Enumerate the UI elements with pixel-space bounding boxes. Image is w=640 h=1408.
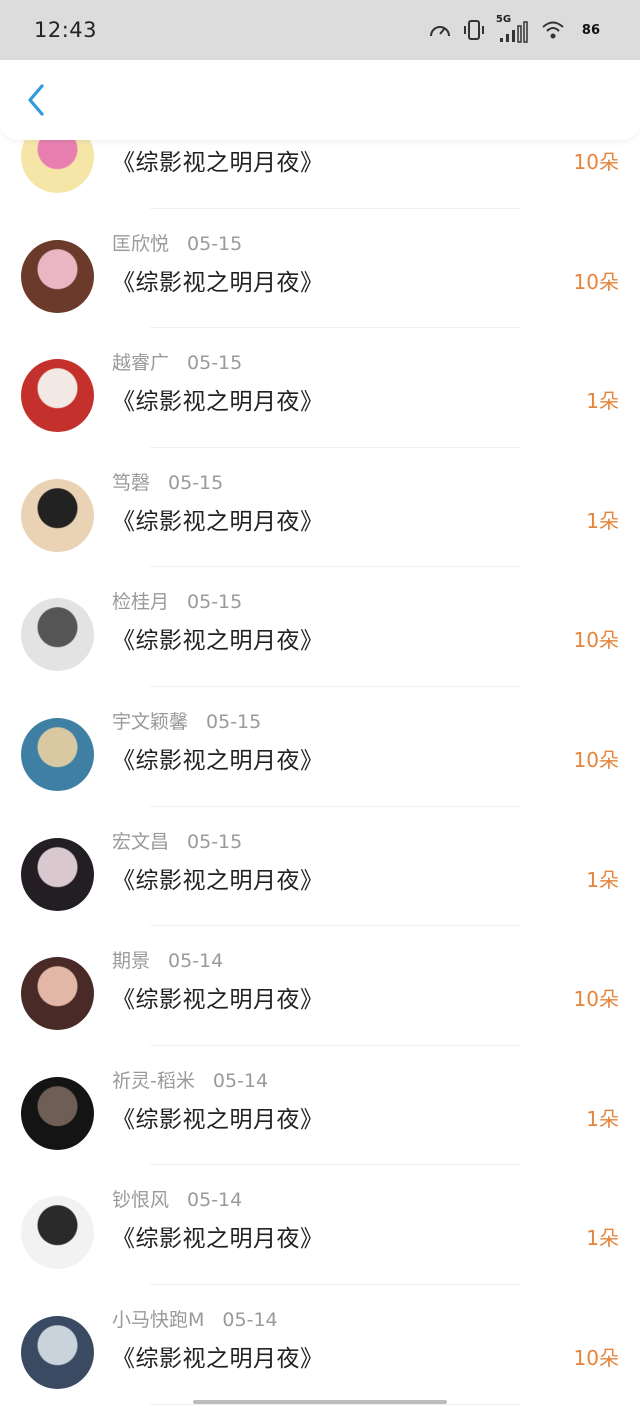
gift-date: 05-14 bbox=[187, 1189, 243, 1212]
list-item[interactable]: 小马快跑M 05-14 《综影视之明月夜》 10朵 bbox=[0, 1305, 640, 1408]
gift-amount: 10朵 bbox=[573, 747, 619, 772]
book-title[interactable]: 《综影视之明月夜》 bbox=[112, 502, 324, 536]
wifi-icon bbox=[540, 18, 566, 42]
avatar[interactable] bbox=[21, 140, 94, 193]
gift-date: 05-14 bbox=[212, 1069, 269, 1092]
divider bbox=[150, 207, 520, 209]
list-item[interactable]: 宇文颖馨 05-15 《综影视之明月夜》 10朵 bbox=[0, 707, 640, 827]
avatar[interactable] bbox=[21, 1196, 94, 1270]
divider bbox=[150, 805, 520, 807]
supporter-meta: 匡欣悦 05-15 bbox=[112, 229, 242, 256]
avatar[interactable] bbox=[21, 359, 94, 433]
gift-date: 05-15 bbox=[206, 710, 262, 733]
supporter-meta: 宏文昌 05-15 bbox=[112, 827, 242, 854]
supporter-name[interactable]: 检桂月 bbox=[112, 591, 169, 613]
gift-amount: 10朵 bbox=[573, 628, 619, 653]
supporter-name[interactable]: 祈灵-稻米 bbox=[112, 1070, 195, 1092]
list-item[interactable]: 宏文昌 05-15 《综影视之明月夜》 1朵 bbox=[0, 827, 640, 947]
gift-date: 05-15 bbox=[187, 352, 243, 375]
book-title[interactable]: 《综影视之明月夜》 bbox=[112, 382, 324, 416]
divider bbox=[150, 685, 520, 687]
book-title[interactable]: 《综影视之明月夜》 bbox=[112, 980, 324, 1014]
vibrate-icon bbox=[462, 18, 486, 42]
gift-amount: 1朵 bbox=[586, 389, 619, 414]
supporter-meta: 钞恨风 05-14 bbox=[112, 1185, 242, 1212]
avatar[interactable] bbox=[21, 717, 94, 791]
status-icons: 5G 86 bbox=[428, 14, 607, 44]
avatar[interactable] bbox=[21, 1315, 94, 1389]
list-item[interactable]: 祈灵-稻米 05-14 《综影视之明月夜》 1朵 bbox=[0, 1066, 640, 1186]
supporter-meta: 越睿广 05-15 bbox=[112, 348, 242, 375]
divider bbox=[150, 327, 520, 329]
speedometer-icon bbox=[428, 19, 452, 41]
supporter-name[interactable]: 宇文颖馨 bbox=[112, 711, 188, 733]
supporter-name[interactable]: 期景 bbox=[112, 950, 150, 972]
book-title[interactable]: 《综影视之明月夜》 bbox=[112, 861, 324, 895]
gift-date: 05-15 bbox=[187, 232, 243, 255]
book-title[interactable]: 《综影视之明月夜》 bbox=[112, 263, 324, 297]
gift-date: 05-15 bbox=[168, 471, 224, 494]
list-item[interactable]: 越睿广 05-15 《综影视之明月夜》 1朵 bbox=[0, 348, 640, 468]
book-title[interactable]: 《综影视之明月夜》 bbox=[112, 1100, 324, 1134]
gift-list-inner: 高洲05-15《综影视之明月夜》10朵匡欣悦05-15《综影视之明月夜》10朵越… bbox=[0, 140, 640, 1408]
avatar[interactable] bbox=[21, 837, 94, 911]
divider bbox=[150, 1164, 520, 1166]
supporter-meta: 检桂月 05-15 bbox=[112, 587, 242, 614]
battery-icon: 86 bbox=[575, 23, 607, 38]
book-title[interactable]: 《综影视之明月夜》 bbox=[112, 621, 324, 655]
signal-icon: 5G bbox=[496, 14, 530, 44]
divider bbox=[150, 1283, 520, 1285]
gift-amount: 10朵 bbox=[573, 1345, 619, 1370]
gift-amount: 1朵 bbox=[586, 867, 619, 892]
status-time: 12:43 bbox=[34, 18, 98, 42]
status-bar: 12:43 5G 86 bbox=[0, 0, 640, 60]
supporter-name[interactable]: 钞恨风 bbox=[112, 1189, 169, 1211]
divider bbox=[150, 566, 520, 568]
home-indicator bbox=[193, 1400, 447, 1404]
list-item[interactable]: 检桂月 05-15 《综影视之明月夜》 10朵 bbox=[0, 587, 640, 707]
gift-date: 05-15 bbox=[187, 591, 243, 614]
divider bbox=[150, 446, 520, 448]
supporter-name[interactable]: 越睿广 bbox=[112, 352, 169, 374]
list-item[interactable]: 钞恨风 05-14 《综影视之明月夜》 1朵 bbox=[0, 1185, 640, 1305]
avatar[interactable] bbox=[21, 478, 94, 552]
gift-list[interactable]: 高洲05-15《综影视之明月夜》10朵匡欣悦05-15《综影视之明月夜》10朵越… bbox=[0, 140, 640, 1408]
gift-amount: 1朵 bbox=[586, 1106, 619, 1131]
divider bbox=[150, 1044, 520, 1046]
header-bar bbox=[0, 60, 640, 140]
supporter-name[interactable]: 笃磬 bbox=[112, 472, 150, 494]
avatar[interactable] bbox=[21, 239, 94, 313]
avatar[interactable] bbox=[21, 1076, 94, 1150]
avatar[interactable] bbox=[21, 957, 94, 1031]
supporter-meta: 期景 05-14 bbox=[112, 946, 223, 973]
gift-date: 05-14 bbox=[168, 950, 224, 973]
list-item[interactable]: 笃磬 05-15 《综影视之明月夜》 1朵 bbox=[0, 468, 640, 588]
supporter-meta: 小马快跑M 05-14 bbox=[112, 1305, 278, 1332]
list-item[interactable]: 匡欣悦 05-15 《综影视之明月夜》 10朵 bbox=[0, 229, 640, 349]
supporter-meta: 祈灵-稻米 05-14 bbox=[112, 1066, 268, 1093]
chevron-left-icon bbox=[28, 84, 44, 116]
back-button[interactable] bbox=[14, 78, 58, 122]
gift-amount: 1朵 bbox=[586, 1226, 619, 1251]
avatar[interactable] bbox=[21, 598, 94, 672]
supporter-name[interactable]: 小马快跑M bbox=[112, 1309, 204, 1331]
supporter-name[interactable]: 匡欣悦 bbox=[112, 233, 169, 255]
book-title[interactable]: 《综影视之明月夜》 bbox=[112, 1339, 324, 1373]
book-title[interactable]: 《综影视之明月夜》 bbox=[112, 1219, 324, 1253]
supporter-meta: 笃磬 05-15 bbox=[112, 468, 223, 495]
gift-amount: 1朵 bbox=[586, 508, 619, 533]
book-title[interactable]: 《综影视之明月夜》 bbox=[112, 143, 324, 177]
list-item[interactable]: 高洲05-15《综影视之明月夜》10朵 bbox=[0, 140, 640, 229]
supporter-meta: 宇文颖馨 05-15 bbox=[112, 707, 261, 734]
list-item[interactable]: 期景 05-14 《综影视之明月夜》 10朵 bbox=[0, 946, 640, 1066]
gift-date: 05-15 bbox=[187, 830, 243, 853]
gift-amount: 10朵 bbox=[573, 269, 619, 294]
book-title[interactable]: 《综影视之明月夜》 bbox=[112, 741, 324, 775]
gift-date: 05-14 bbox=[222, 1308, 278, 1331]
gift-amount: 10朵 bbox=[573, 150, 619, 174]
supporter-name[interactable]: 宏文昌 bbox=[112, 831, 169, 853]
divider bbox=[150, 925, 520, 927]
gift-amount: 10朵 bbox=[573, 987, 619, 1012]
